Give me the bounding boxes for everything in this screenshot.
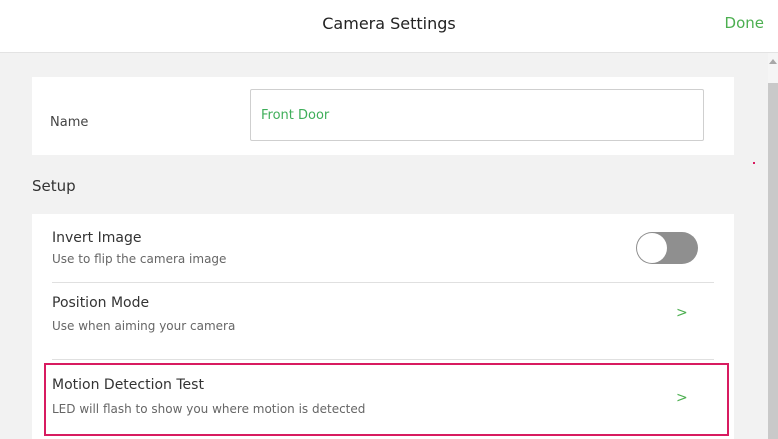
motion-detection-test-subtitle: LED will flash to show you where motion … [52,402,366,416]
vertical-scrollbar[interactable] [768,53,778,439]
done-button[interactable]: Done [725,14,764,32]
divider [52,359,714,360]
page-title: Camera Settings [322,14,456,33]
chevron-right-icon: > [676,390,688,406]
setup-heading: Setup [32,177,76,195]
chevron-right-icon: > [676,305,688,321]
position-mode-title: Position Mode [52,295,150,311]
position-mode-row[interactable]: Position Mode Use when aiming your camer… [32,283,734,345]
motion-detection-test-title: Motion Detection Test [52,377,204,393]
invert-image-title: Invert Image [52,230,142,246]
name-input[interactable] [250,89,704,141]
scroll-up-icon[interactable] [769,59,777,64]
invert-image-subtitle: Use to flip the camera image [52,252,227,266]
settings-content: Name Setup Invert Image Use to flip the … [0,53,768,439]
invert-image-toggle[interactable] [636,232,698,264]
setup-card: Invert Image Use to flip the camera imag… [32,214,734,439]
invert-image-row: Invert Image Use to flip the camera imag… [32,214,734,276]
scroll-thumb[interactable] [768,83,778,439]
marker-dot [753,162,755,164]
toggle-knob [637,233,667,263]
name-label: Name [50,115,89,130]
name-card: Name [32,77,734,155]
motion-detection-test-row[interactable]: Motion Detection Test LED will flash to … [32,364,734,426]
position-mode-subtitle: Use when aiming your camera [52,319,236,333]
top-bar: Camera Settings Done [0,0,778,53]
